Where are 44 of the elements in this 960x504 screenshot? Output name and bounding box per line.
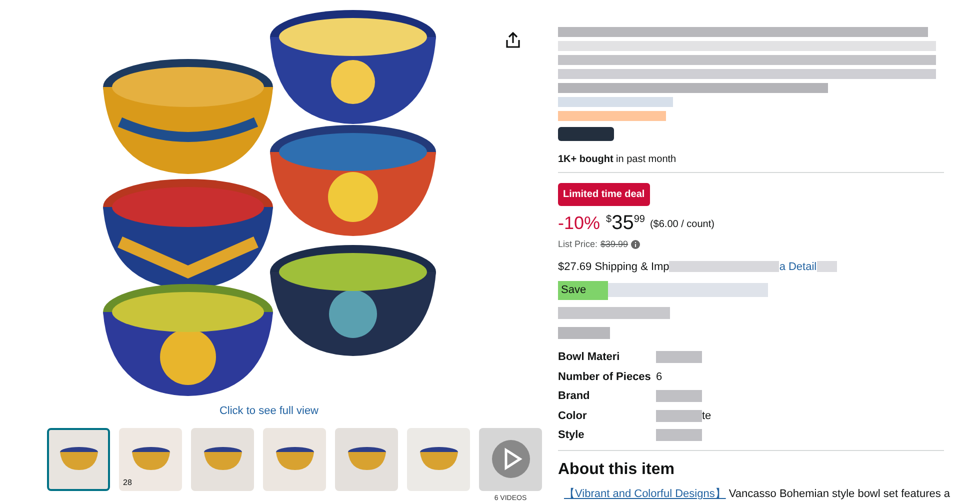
- feature-link[interactable]: 【Vibrant and Colorful Designs】: [564, 488, 726, 500]
- info-icon[interactable]: [631, 240, 640, 250]
- bowl-icon: [418, 447, 458, 471]
- spec-label: Bowl Materi: [558, 350, 621, 365]
- purchase-count: 1K+ bought in past month: [558, 153, 678, 167]
- deal-badge: Limited time deal: [558, 183, 650, 206]
- feature-text: 【Vibrant and Colorful Designs】 Vancasso Bohemian style bowl set features a: [564, 486, 950, 502]
- photo-thumbnail[interactable]: [407, 428, 470, 490]
- spec-label: Style: [558, 428, 586, 443]
- redacted-text: [558, 326, 610, 338]
- redacted-text: [656, 390, 702, 402]
- unit-price: ($6.00 / count): [650, 218, 714, 232]
- redacted-text: [656, 351, 702, 364]
- choice-badge: [558, 127, 614, 141]
- spec-label: Color: [558, 408, 588, 424]
- spec-value: te: [702, 408, 712, 424]
- redacted-text: [656, 429, 702, 442]
- bowl-icon: [202, 447, 242, 471]
- section-heading: About this item: [558, 460, 676, 480]
- savings-badge: Save: [558, 281, 608, 300]
- spec-label: Brand: [558, 389, 591, 404]
- list-price-label: List Price:: [558, 238, 598, 251]
- photo-thumbnail[interactable]: [263, 428, 326, 490]
- shipping-details-link[interactable]: a Detail: [779, 258, 817, 275]
- discount-percent: -10%: [558, 212, 600, 234]
- bowl-icon: [274, 447, 314, 471]
- photo-thumbnail[interactable]: [191, 428, 254, 490]
- share-icon[interactable]: [506, 32, 520, 48]
- bowl-icon: [346, 447, 386, 471]
- size-label: 28: [123, 476, 132, 488]
- bowl-icon: [58, 447, 98, 471]
- photo-thumbnail[interactable]: [47, 428, 110, 490]
- redacted-text: [656, 410, 702, 422]
- video-thumbnail[interactable]: [479, 428, 542, 490]
- list-price: $39.99: [600, 238, 628, 251]
- play-icon: [490, 439, 530, 479]
- spec-label: Number of Pieces: [558, 370, 652, 384]
- full-view-link[interactable]: Click to see full view: [219, 403, 319, 420]
- spec-value: 6: [656, 370, 662, 384]
- shipping-text: $27.69 Shipping & Imp: [558, 260, 670, 274]
- photo-thumbnail[interactable]: 28: [119, 428, 182, 490]
- redacted-text: [816, 261, 837, 272]
- photo-thumbnail[interactable]: [335, 428, 398, 490]
- bowl-icon: [130, 447, 170, 471]
